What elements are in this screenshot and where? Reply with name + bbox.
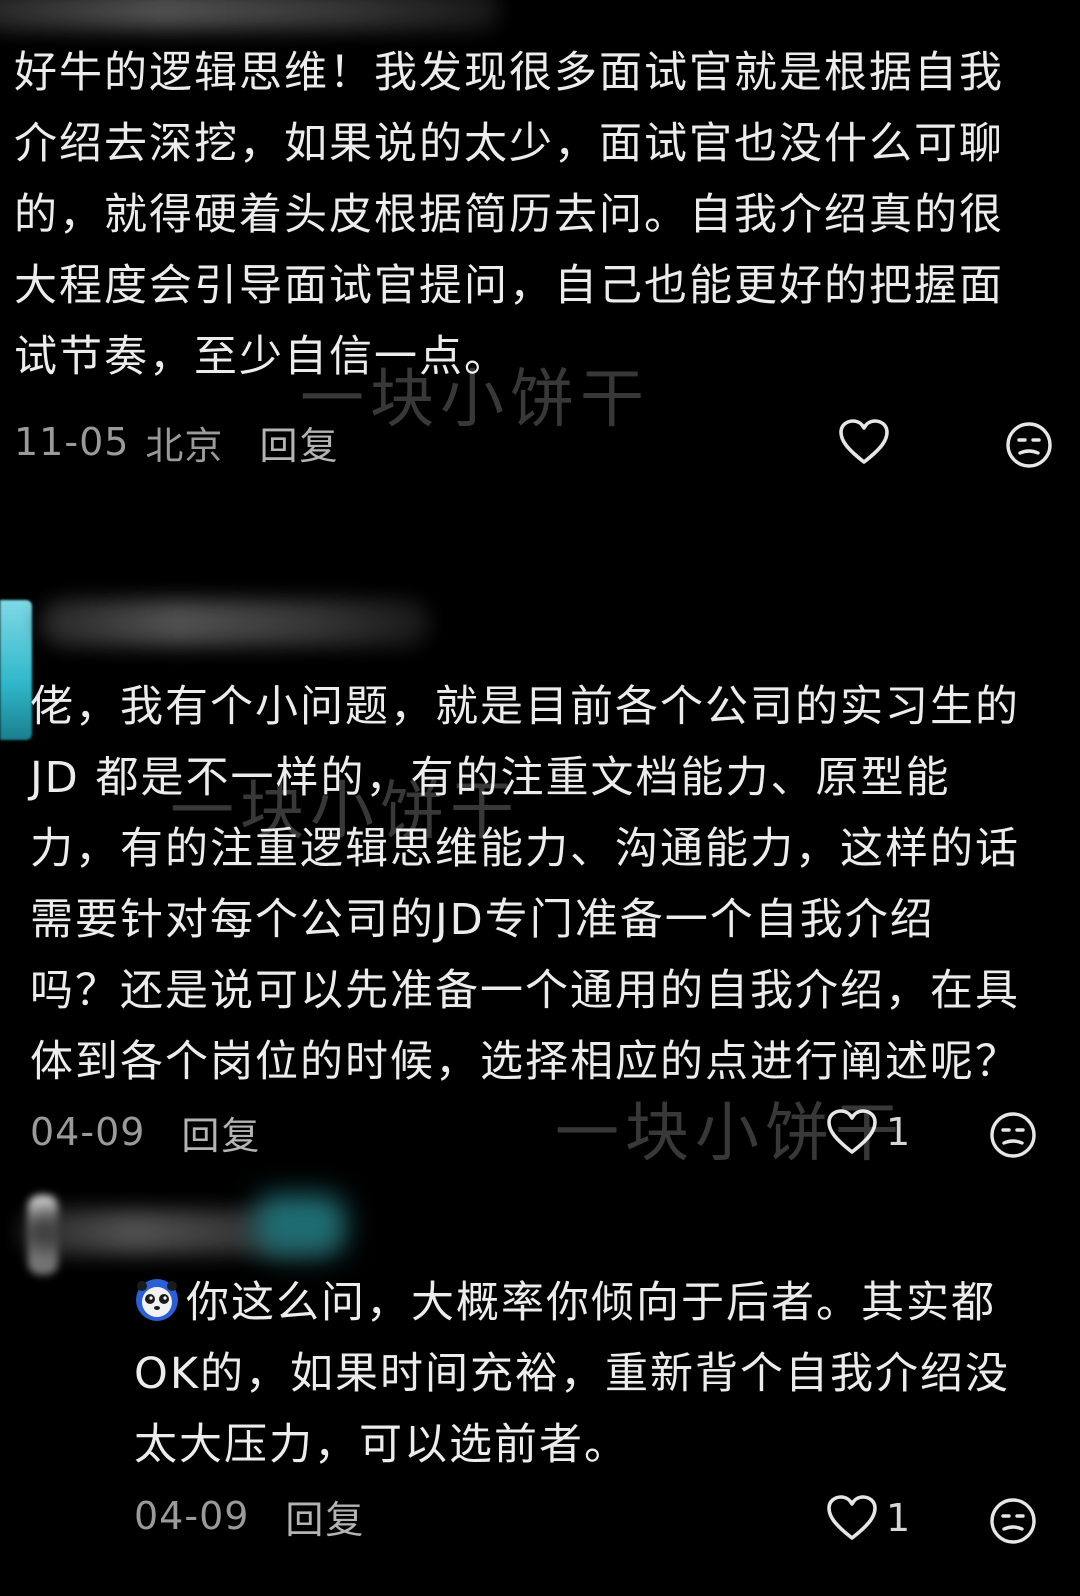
reply-button[interactable]: 回复: [259, 415, 339, 470]
comment-text: 好牛的逻辑思维！我发现很多面试官就是根据自我 介绍去深挖，如果说的太少，面试官也…: [14, 48, 1004, 382]
comment-meta: 04-09 回复: [30, 1102, 261, 1162]
heart-outline-icon: [827, 1495, 877, 1540]
dislike-button[interactable]: [988, 1110, 1038, 1164]
blurred-username-badge: [255, 1195, 345, 1255]
like-button[interactable]: 1: [826, 1494, 910, 1542]
comment-text: 你这么问，大概率你倾向于后者。其实都 OK的，如果时间充裕，重新背个自我介绍没 …: [134, 1268, 1074, 1481]
comment-date: 11-05: [14, 420, 130, 464]
reply-button[interactable]: 回复: [181, 1105, 261, 1160]
comment-date: 04-09: [30, 1110, 146, 1154]
comment-text-body: 你这么问，大概率你倾向于后者。其实都 OK的，如果时间充裕，重新背个自我介绍没 …: [134, 1278, 1011, 1470]
like-button[interactable]: 1: [826, 1108, 910, 1156]
comment-date: 04-09: [134, 1494, 250, 1538]
blurred-username: [0, 0, 500, 30]
like-count: 1: [886, 1496, 911, 1540]
blurred-username: [40, 600, 430, 646]
like-count: 1: [886, 1110, 911, 1154]
dislike-button[interactable]: [988, 1496, 1038, 1550]
comment-text: 佬，我有个小问题，就是目前各个公司的实习生的 JD 都是不一样的，有的注重文档能…: [30, 682, 1020, 1087]
unhappy-face-icon: [990, 1498, 1036, 1544]
avatar[interactable]: [0, 600, 32, 740]
unhappy-face-icon: [990, 1112, 1036, 1158]
dislike-button[interactable]: [1004, 420, 1054, 474]
unhappy-face-icon: [1006, 422, 1052, 468]
heart-outline-icon: [839, 419, 889, 464]
heart-outline-icon: [827, 1109, 877, 1154]
like-button[interactable]: [838, 418, 898, 466]
comment-location: 北京: [145, 423, 224, 468]
panda-emoji-icon: [136, 1279, 178, 1321]
comment-meta: 11-05 北京 回复: [14, 412, 339, 472]
reply-button[interactable]: 回复: [285, 1489, 365, 1544]
comment-meta: 04-09 回复: [134, 1486, 365, 1546]
